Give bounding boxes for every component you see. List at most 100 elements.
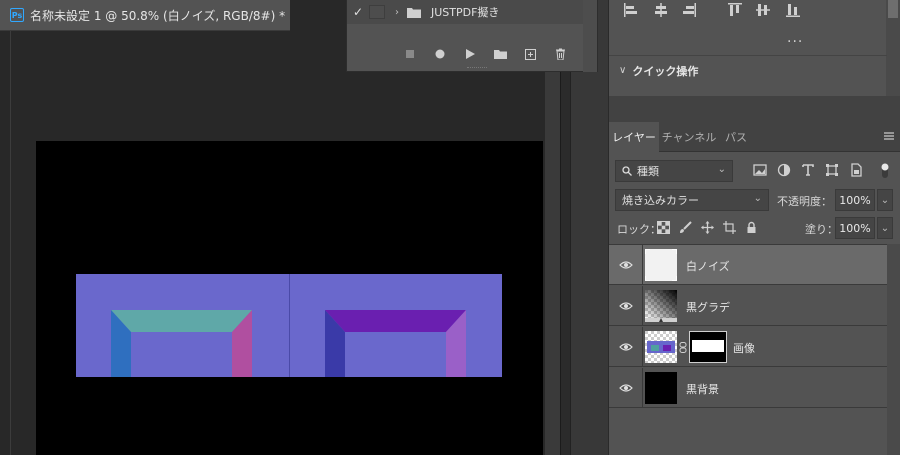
layers-scrollbar[interactable]: [887, 244, 900, 455]
opacity-input[interactable]: 100%: [835, 189, 875, 211]
actions-panel: ✓ › JUSTPDF擬き: [346, 0, 598, 72]
type-filter-icon[interactable]: [801, 163, 815, 177]
filter-kind-select[interactable]: 種類 ⌄: [615, 160, 733, 182]
layer-thumbnail-black: [645, 372, 677, 404]
photoshop-app-icon: Ps: [10, 8, 24, 22]
new-action-icon[interactable]: [515, 44, 545, 64]
layer-thumbnail-white: [645, 249, 677, 281]
layer-name: 黒グラデ: [686, 301, 730, 314]
layers-list: 白ノイズ 黒グラデ 画像 黒背景: [609, 244, 887, 455]
chevron-right-icon[interactable]: ›: [395, 7, 399, 18]
layer-mask-thumbnail[interactable]: [689, 331, 727, 363]
play-icon[interactable]: [455, 44, 485, 64]
smart-object-filter-icon[interactable]: [849, 163, 863, 177]
document-tab[interactable]: Ps 名称未設定 1 @ 50.8% (白ノイズ, RGB/8#) *: [0, 0, 290, 31]
fill-label: 塗り：: [805, 223, 838, 236]
align-top-icon[interactable]: [727, 2, 743, 18]
tab-layers[interactable]: レイヤー: [609, 122, 659, 152]
lock-paint-icon[interactable]: [679, 221, 692, 234]
search-icon: [622, 166, 632, 176]
lock-row: ロック： 塗り： 100% ⌄: [609, 216, 900, 240]
opacity-label: 不透明度：: [777, 195, 832, 208]
action-enabled-check-icon[interactable]: ✓: [347, 5, 369, 19]
canvas-area: [0, 31, 560, 455]
lock-position-icon[interactable]: [701, 221, 714, 234]
right-panel-dock: ... ∨ クイック操作 レイヤー チャンネル パス 種類 ⌄ 焼き込みカラー …: [608, 0, 900, 455]
visibility-column: [609, 245, 643, 285]
lock-artboard-icon[interactable]: [723, 221, 736, 234]
layer-name: 白ノイズ: [686, 260, 730, 273]
trash-icon[interactable]: [545, 44, 575, 64]
layer-row-white-noise[interactable]: 白ノイズ: [609, 245, 887, 285]
layer-name: 黒背景: [686, 383, 719, 396]
chevron-down-icon[interactable]: ∨: [619, 65, 626, 76]
image-frame-right: [289, 274, 502, 377]
lock-label: ロック：: [617, 223, 661, 236]
document-title: 名称未設定 1 @ 50.8% (白ノイズ, RGB/8#) *: [30, 8, 286, 23]
chain-link-icon[interactable]: [679, 342, 687, 353]
scroll-thumb[interactable]: [888, 0, 898, 18]
layer-row-black-gradient[interactable]: 黒グラデ: [609, 286, 887, 326]
align-right-icon[interactable]: [681, 2, 697, 18]
canvas-scrollbar[interactable]: [545, 31, 560, 455]
layer-filter-row: 種類 ⌄: [609, 158, 900, 184]
layers-panel: レイヤー チャンネル パス 種類 ⌄ 焼き込みカラー ⌄ 不透明度： 100% …: [609, 122, 900, 455]
fill-slider-button[interactable]: ⌄: [877, 217, 893, 239]
layers-tabbar: レイヤー チャンネル パス: [609, 122, 900, 152]
quick-actions-section[interactable]: ∨ クイック操作: [609, 55, 887, 85]
layer-thumbnail-gradient: [645, 290, 677, 322]
chevron-down-icon: ⌄: [753, 193, 762, 204]
action-set-name: JUSTPDF擬き: [431, 6, 500, 19]
tab-channels[interactable]: チャンネル: [661, 122, 717, 152]
eye-icon[interactable]: [619, 299, 633, 313]
panel-menu-icon[interactable]: [883, 130, 895, 142]
eye-icon[interactable]: [619, 258, 633, 272]
visibility-column: [609, 327, 643, 367]
actions-toolbar: [347, 44, 585, 64]
folder-icon: [407, 7, 421, 18]
image-filter-icon[interactable]: [753, 163, 767, 177]
align-bottom-icon[interactable]: [785, 2, 801, 18]
align-hcenter-icon[interactable]: [653, 2, 669, 18]
new-set-folder-icon[interactable]: [485, 44, 515, 64]
more-options-icon[interactable]: ...: [787, 30, 803, 46]
visibility-column: [609, 368, 643, 408]
adjustment-filter-icon[interactable]: [777, 163, 791, 177]
fill-input[interactable]: 100%: [835, 217, 875, 239]
panel-resize-grip[interactable]: [467, 67, 487, 69]
opacity-slider-button[interactable]: ⌄: [877, 189, 893, 211]
quick-actions-title: クイック操作: [632, 64, 699, 78]
document-canvas[interactable]: [36, 141, 543, 455]
canvas-image: [76, 274, 502, 377]
actions-scrollbar[interactable]: [583, 0, 597, 72]
document-frame: [10, 31, 555, 455]
action-set-row[interactable]: ✓ › JUSTPDF擬き: [347, 0, 585, 24]
photoshop-window: Ps 名称未設定 1 @ 50.8% (白ノイズ, RGB/8#) * ✓ › …: [0, 0, 900, 455]
shape-filter-icon[interactable]: [825, 163, 839, 177]
tab-paths[interactable]: パス: [719, 122, 753, 152]
filter-toggle[interactable]: [881, 162, 889, 180]
align-panel-scrollbar[interactable]: [886, 0, 900, 96]
stop-icon[interactable]: [395, 44, 425, 64]
align-vcenter-icon[interactable]: [755, 2, 771, 18]
blend-mode-value: 焼き込みカラー: [622, 194, 699, 207]
lock-transparency-icon[interactable]: [657, 221, 670, 234]
filter-kind-label: 種類: [637, 165, 659, 178]
blend-mode-select[interactable]: 焼き込みカラー ⌄: [615, 189, 769, 211]
lock-all-icon[interactable]: [745, 221, 758, 234]
image-frame-left: [76, 274, 289, 377]
layer-name: 画像: [733, 342, 755, 355]
align-left-icon[interactable]: [623, 2, 639, 18]
record-icon[interactable]: [425, 44, 455, 64]
panel-separator: [609, 96, 900, 122]
eye-icon[interactable]: [619, 340, 633, 354]
dialog-toggle[interactable]: [369, 5, 385, 19]
align-panel: ...: [609, 0, 900, 55]
layer-thumbnail-image: [645, 331, 677, 363]
eye-icon[interactable]: [619, 381, 633, 395]
layer-row-image[interactable]: 画像: [609, 327, 887, 367]
chevron-down-icon: ⌄: [717, 164, 726, 175]
visibility-column: [609, 286, 643, 326]
layer-row-black-background[interactable]: 黒背景: [609, 368, 887, 408]
blend-row: 焼き込みカラー ⌄ 不透明度： 100% ⌄: [609, 188, 900, 212]
